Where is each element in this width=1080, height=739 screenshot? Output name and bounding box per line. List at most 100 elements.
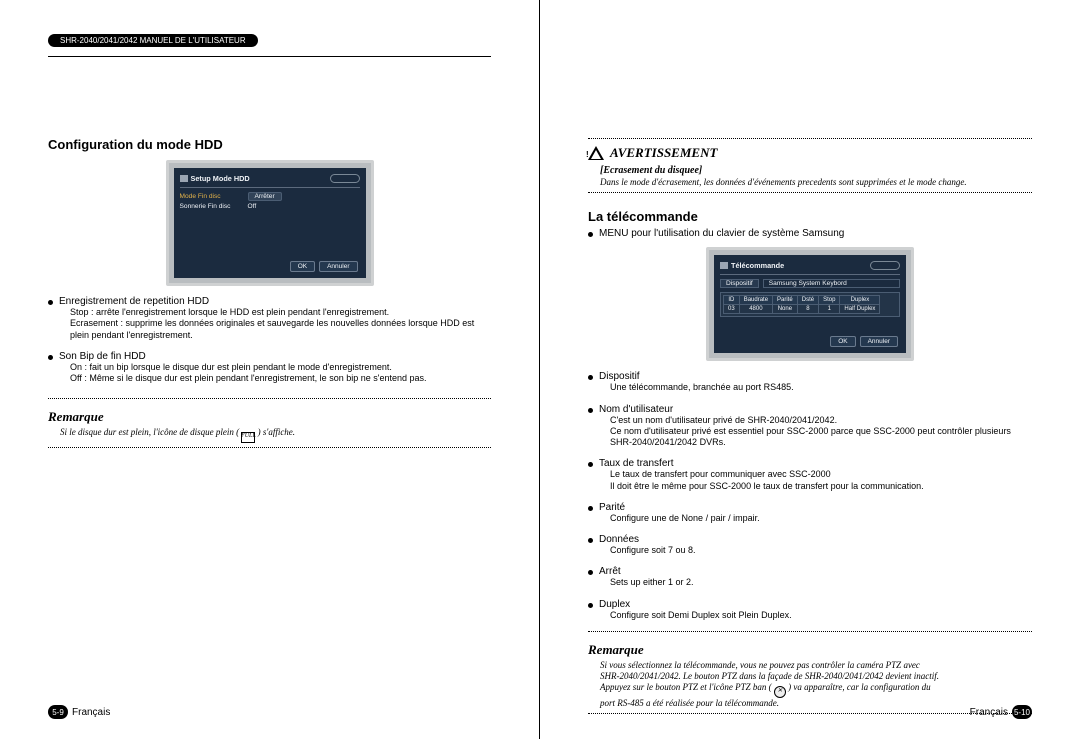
bullet-remote-0-title: Dispositif [599, 371, 640, 382]
bullet-remote-1-body: C'est un nom d'utilisateur privé de SHR-… [610, 415, 1032, 449]
ecrasement-block: [Ecrasement du disquee] Dans le mode d'é… [588, 165, 1032, 188]
bullet-hdd-1-title: Son Bip de fin HDD [59, 351, 146, 362]
bullet-remote-5-body: Sets up either 1 or 2. [610, 577, 1032, 588]
bullet-remote-4-title: Données [599, 534, 639, 545]
brand-oval-icon [330, 174, 360, 183]
bullet-dot-icon [588, 538, 593, 543]
footer-left: 5-9 Français [48, 705, 110, 719]
dotted-divider [588, 713, 1032, 714]
remarque-label-right: Remarque [588, 642, 1032, 658]
th-parite: Parité [773, 296, 798, 305]
bullet-remote-5: Arrêt [588, 566, 1032, 577]
page-number-left: 5-9 [48, 705, 68, 719]
bullet-remote-6: Duplex [588, 599, 1032, 610]
remote-device-value: Samsung System Keybord [763, 279, 900, 288]
bullet-remote-3: Parité [588, 502, 1032, 513]
bullet-dot-icon [588, 603, 593, 608]
remote-screen-buttons: OK Annuler [830, 336, 898, 347]
bullet-remote-4: Données [588, 534, 1032, 545]
bullet-remote-3-title: Parité [599, 502, 625, 513]
section-title-remote: La télécommande [588, 209, 1032, 224]
disk-full-icon: FULL [241, 432, 255, 443]
dotted-divider [588, 631, 1032, 632]
hdd-row-1-value: Off [248, 203, 257, 210]
hdd-screen-title-text: Setup Mode HDD [191, 174, 250, 183]
bullet-dot-icon [588, 232, 593, 237]
remote-menu-line: MENU pour l'utilisation du clavier de sy… [599, 228, 844, 239]
bullet-remote-0-body: Une télécommande, branchée au port RS485… [610, 382, 1032, 393]
screenshot-hdd: Setup Mode HDD Mode Fin disc Arrêter Son… [166, 160, 374, 286]
footer-lang-right: Français [970, 707, 1008, 718]
bullet-hdd-1: Son Bip de fin HDD [48, 351, 491, 362]
remarque-right-line2b: ) va apparaître, car la configuration du [788, 682, 930, 692]
dotted-divider [48, 447, 491, 448]
remote-menu-line-row: MENU pour l'utilisation du clavier de sy… [588, 228, 1032, 239]
hdd-screen-titlebar: Setup Mode HDD [180, 174, 360, 183]
th-duplex: Duplex [840, 296, 880, 305]
remarque-right-line2a: Appuyez sur le bouton PTZ et l'icône PTZ… [600, 682, 772, 692]
remote-screen-title-text: Télécommande [731, 261, 784, 270]
bullet-remote-2-body: Le taux de transfert pour communiquer av… [610, 469, 1032, 492]
bullet-dot-icon [48, 355, 53, 360]
dotted-divider [588, 192, 1032, 193]
bullet-hdd-0-body: Stop : arrête l'enregistrement lorsque l… [70, 307, 491, 341]
warning-exclaim-icon: ! [586, 150, 589, 159]
screenshot-remote-wrap: Télécommande Dispositif Samsung System K… [588, 247, 1032, 361]
bullet-dot-icon [48, 300, 53, 305]
footer-right: Français 5-10 [970, 705, 1032, 719]
bullet-dot-icon [588, 570, 593, 575]
th-id: ID [724, 296, 740, 305]
divider [720, 274, 900, 275]
screenshot-hdd-wrap: Setup Mode HDD Mode Fin disc Arrêter Son… [48, 160, 491, 286]
divider [180, 187, 360, 188]
td-duplex: Half Duplex [840, 305, 880, 314]
ecrasement-title: [Ecrasement du disquee] [600, 165, 1032, 176]
bullet-dot-icon [588, 375, 593, 380]
dotted-divider [48, 398, 491, 399]
table-header-row: ID Baudrate Parité Dsté Stop Duplex [724, 296, 880, 305]
hdd-screen-inner: Setup Mode HDD Mode Fin disc Arrêter Son… [174, 168, 366, 278]
bullet-remote-4-body: Configure soit 7 ou 8. [610, 545, 1032, 556]
td-baudrate: 4800 [739, 305, 772, 314]
th-stop: Stop [819, 296, 840, 305]
remarque-left-prefix: Si le disque dur est plein, l'icône de d… [60, 427, 239, 437]
remote-title-icon [720, 262, 728, 269]
bullet-remote-0: Dispositif [588, 371, 1032, 382]
warning-triangle-icon [588, 146, 604, 160]
hdd-row-0-key: Mode Fin disc [180, 193, 242, 200]
remarque-right-line1: SHR-2040/2041/2042. Le bouton PTZ dans l… [600, 671, 939, 681]
remarque-right-line3: port RS-485 a été réalisée pour la téléc… [600, 698, 779, 708]
bullet-remote-6-body: Configure soit Demi Duplex soit Plein Du… [610, 610, 1032, 621]
bullet-remote-3-body: Configure une de None / pair / impair. [610, 513, 1032, 524]
td-stop: 1 [819, 305, 840, 314]
remote-ok-button: OK [830, 336, 855, 347]
remote-device-label: Dispositif [720, 279, 759, 288]
td-dste: 8 [797, 305, 818, 314]
hdd-cancel-button: Annuler [319, 261, 357, 272]
footer-lang-left: Français [72, 707, 110, 718]
bullet-dot-icon [588, 408, 593, 413]
bullet-remote-6-title: Duplex [599, 599, 630, 610]
section-title-hdd: Configuration du mode HDD [48, 137, 491, 152]
bullet-remote-1-title: Nom d'utilisateur [599, 404, 673, 415]
remarque-right-line0: Si vous sélectionnez la télécommande, vo… [600, 660, 920, 670]
bullet-hdd-0: Enregistrement de repetition HDD [48, 296, 491, 307]
remote-device-row: Dispositif Samsung System Keybord [720, 279, 900, 288]
page-spread: SHR-2040/2041/2042 MANUEL DE L'UTILISATE… [0, 0, 1080, 739]
remote-cancel-button: Annuler [860, 336, 898, 347]
remote-screen-title: Télécommande [720, 261, 784, 270]
th-dste: Dsté [797, 296, 818, 305]
hdd-row-1-key: Sonnerie Fin disc [180, 203, 242, 210]
remarque-label-left: Remarque [48, 409, 491, 425]
warning-label: AVERTISSEMENT [610, 145, 717, 161]
brand-oval-icon [870, 261, 900, 270]
remote-screen-inner: Télécommande Dispositif Samsung System K… [714, 255, 906, 353]
td-id: 03 [724, 305, 740, 314]
page-left: SHR-2040/2041/2042 MANUEL DE L'UTILISATE… [0, 0, 540, 739]
hdd-row-0: Mode Fin disc Arrêter [180, 192, 360, 201]
ptz-ban-icon: ✕ [774, 686, 786, 698]
table-row: 03 4800 None 8 1 Half Duplex [724, 305, 880, 314]
hdd-screen-title: Setup Mode HDD [180, 174, 250, 183]
remote-screen-titlebar: Télécommande [720, 261, 900, 270]
page-number-right: 5-10 [1012, 705, 1032, 719]
